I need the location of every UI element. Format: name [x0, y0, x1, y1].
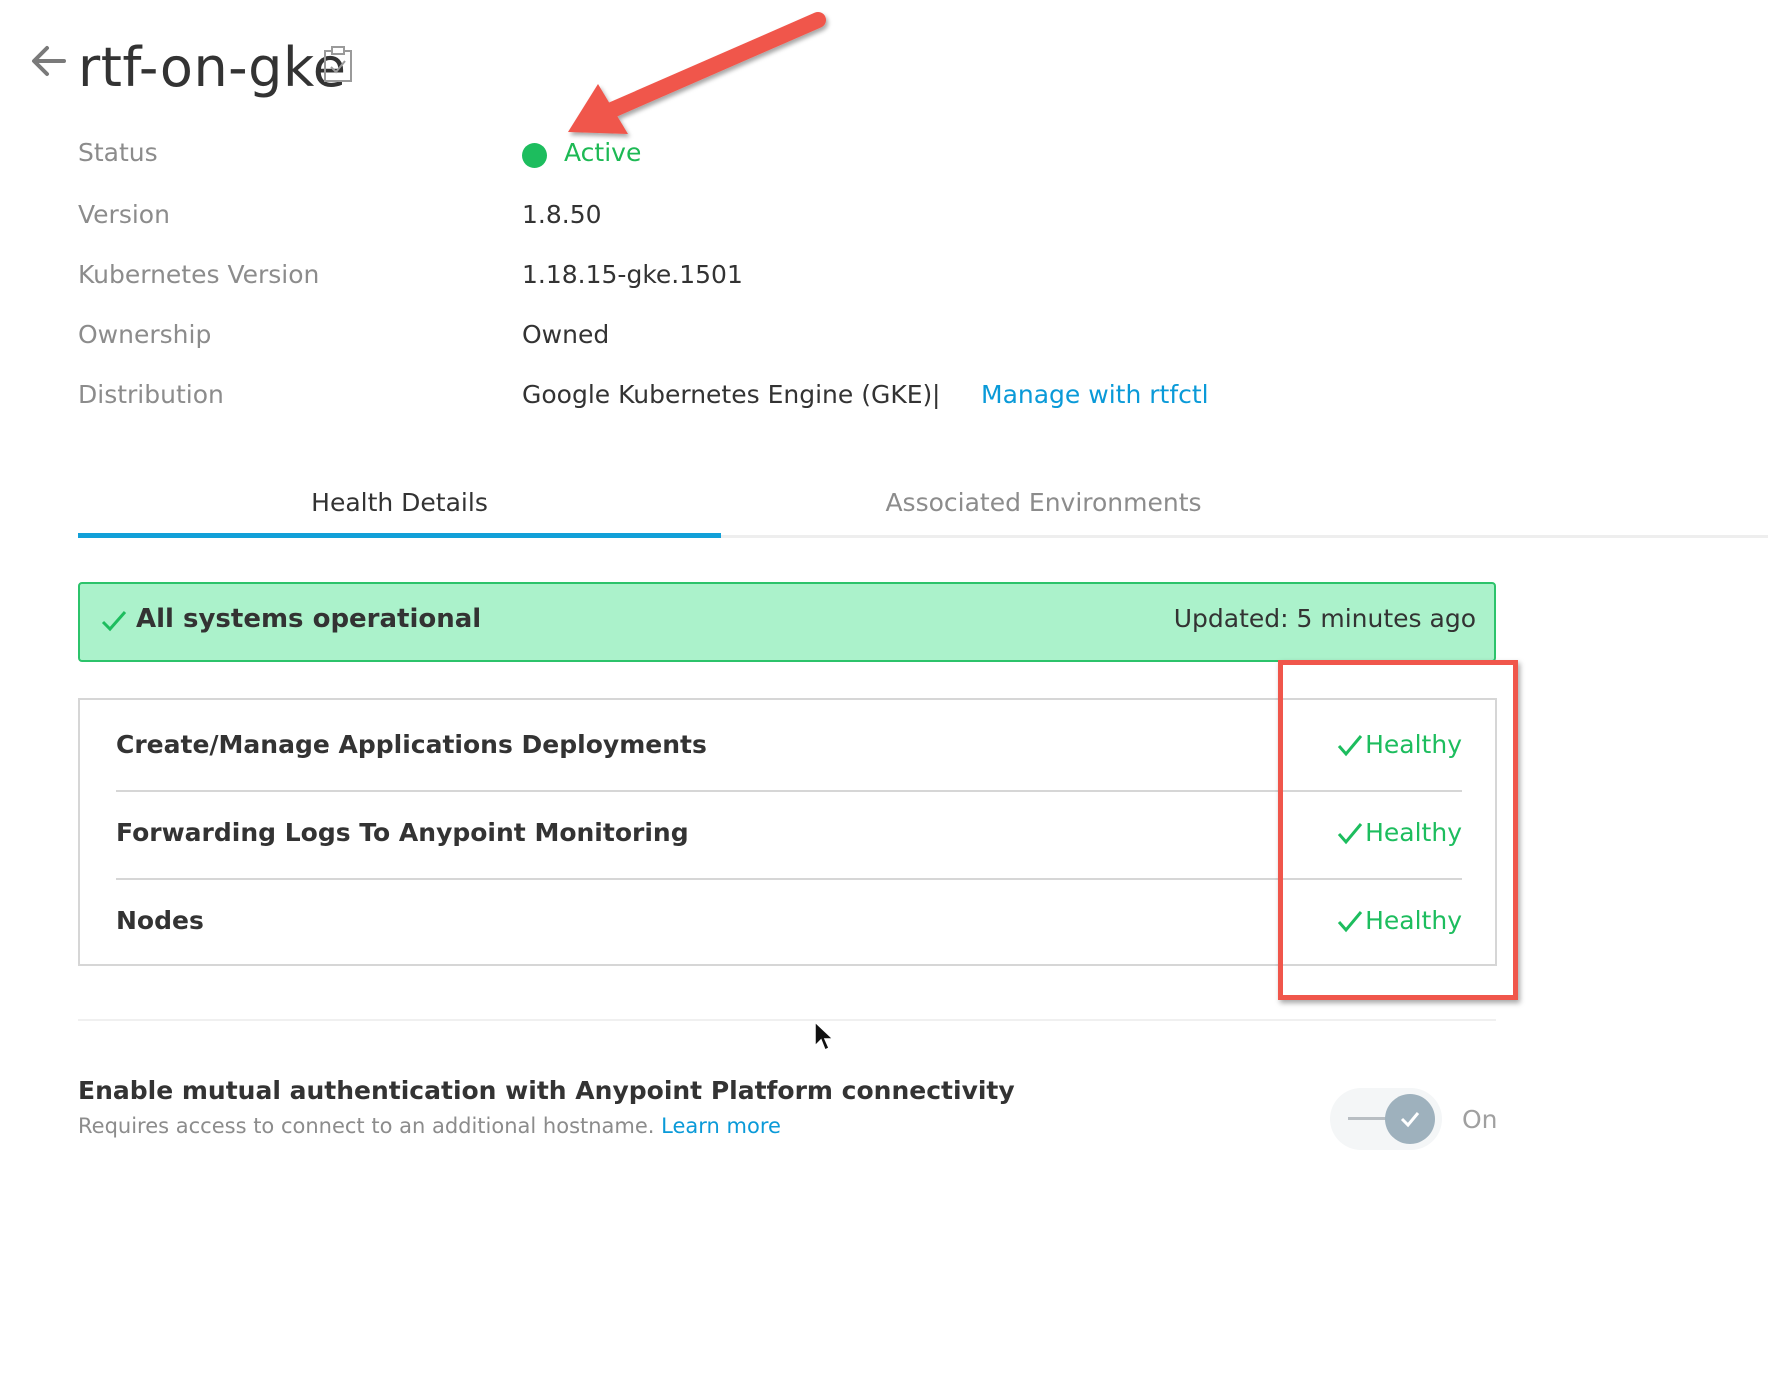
health-item-status: Healthy — [1337, 818, 1462, 847]
page-title: rtf-on-gke — [78, 36, 347, 99]
distribution-separator: | — [932, 380, 941, 409]
tab-associated-environments[interactable]: Associated Environments — [722, 470, 1365, 538]
checkmark-icon — [101, 611, 127, 632]
version-label: Version — [78, 200, 170, 229]
distribution-label: Distribution — [78, 380, 224, 409]
banner-updated-time: Updated: 5 minutes ago — [1173, 604, 1476, 633]
checkmark-icon — [1400, 1112, 1420, 1128]
mouse-pointer-icon — [814, 1020, 835, 1052]
back-arrow-icon[interactable] — [28, 40, 70, 82]
clipboard-icon[interactable] — [322, 44, 354, 84]
status-banner: All systems operational Updated: 5 minut… — [78, 582, 1496, 662]
status-label: Status — [78, 138, 158, 167]
checkmark-icon — [1337, 910, 1363, 932]
health-item-status: Healthy — [1337, 906, 1462, 935]
toggle-knob — [1385, 1094, 1435, 1144]
banner-message: All systems operational — [136, 604, 482, 634]
learn-more-link[interactable]: Learn more — [661, 1114, 781, 1138]
health-status-text: Healthy — [1365, 730, 1462, 759]
version-value: 1.8.50 — [522, 200, 602, 229]
tab-health-details[interactable]: Health Details — [78, 470, 721, 538]
manage-with-rtfctl-link[interactable]: Manage with rtfctl — [981, 380, 1209, 409]
health-item-label: Nodes — [116, 906, 204, 935]
annotation-arrow-icon — [568, 12, 826, 134]
mutual-auth-description: Requires access to connect to an additio… — [78, 1114, 781, 1138]
status-value: Active — [564, 138, 642, 167]
mutual-auth-description-text: Requires access to connect to an additio… — [78, 1114, 655, 1138]
section-divider — [78, 1019, 1496, 1021]
health-item-label: Create/Manage Applications Deployments — [116, 730, 707, 759]
health-list: Create/Manage Applications Deployments H… — [78, 698, 1497, 966]
distribution-value: Google Kubernetes Engine (GKE) — [522, 380, 933, 409]
health-status-text: Healthy — [1365, 818, 1462, 847]
list-item: Create/Manage Applications Deployments H… — [116, 702, 1462, 792]
status-dot-icon — [522, 143, 547, 168]
health-item-label: Forwarding Logs To Anypoint Monitoring — [116, 818, 689, 847]
list-item: Nodes Healthy — [116, 878, 1462, 966]
kubernetes-version-label: Kubernetes Version — [78, 260, 320, 289]
kubernetes-version-value: 1.18.15-gke.1501 — [522, 260, 743, 289]
mutual-auth-title: Enable mutual authentication with Anypoi… — [78, 1076, 1015, 1105]
checkmark-icon — [1337, 734, 1363, 756]
health-item-status: Healthy — [1337, 730, 1462, 759]
ownership-label: Ownership — [78, 320, 212, 349]
health-status-text: Healthy — [1365, 906, 1462, 935]
list-item: Forwarding Logs To Anypoint Monitoring H… — [116, 790, 1462, 880]
toggle-state-label: On — [1462, 1105, 1498, 1134]
mutual-auth-toggle[interactable] — [1330, 1088, 1442, 1150]
ownership-value: Owned — [522, 320, 610, 349]
checkmark-icon — [1337, 822, 1363, 844]
